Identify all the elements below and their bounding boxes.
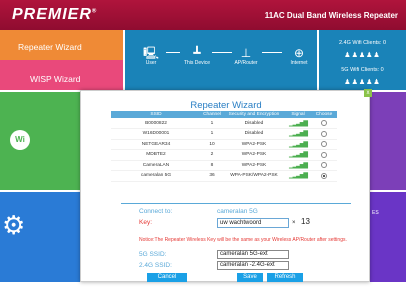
signal-strength-icon: ▁▂▃▅▇: [288, 131, 308, 138]
ssid-cell: NETGEAR34: [111, 139, 201, 150]
globe-icon: ⊕: [293, 46, 305, 60]
network-this-device: ┻ This Device: [177, 46, 217, 66]
ssid-cell: CameraLAN: [111, 160, 201, 171]
ssid-cell: MDBTE2: [111, 149, 201, 161]
key-input[interactable]: uw wachtwoord: [217, 218, 289, 228]
table-row[interactable]: cameralan 5G 36 WPA-PSK/WPA2-PSK ▁▂▃▅▇: [111, 170, 337, 182]
security-cell: WPA-PSK/WPA2-PSK: [223, 170, 285, 182]
save-button[interactable]: Save: [237, 273, 263, 282]
users-icon: ♟♟♟♟♟: [344, 79, 381, 86]
channel-cell: 8: [201, 160, 223, 171]
ssid-5g-label: 5G SSID:: [139, 251, 167, 258]
ssid-24g-label: 2.4G SSID:: [139, 262, 172, 269]
signal-strength-icon: ▁▂▃▅▇: [288, 120, 308, 127]
connect-to-label: Connect to:: [139, 208, 173, 215]
signal-strength-icon: ▁▂▃▅▇: [288, 173, 308, 180]
repeater-wizard-dialog: x Repeater Wizard SSID Channel Security …: [80, 89, 372, 282]
choose-cell: [311, 170, 337, 182]
signal-cell: ▁▂▃▅▇: [285, 170, 311, 182]
signal-strength-icon: ▁▂▃▅▇: [288, 152, 308, 159]
network-user-label: User: [145, 60, 157, 66]
key-label: Key:: [139, 219, 153, 226]
signal-strength-icon: ▁▂▃▅▇: [288, 141, 308, 148]
channel-cell: 36: [201, 170, 223, 182]
table-row[interactable]: B0000822 1 Disabled ▁▂▃▅▇: [111, 118, 337, 129]
column-header-choose: Choose: [311, 111, 337, 118]
column-header-security: Security and Encryption: [223, 111, 285, 118]
choose-radio[interactable]: [321, 162, 327, 169]
signal-strength-icon: ▁▂▃▅▇: [288, 162, 308, 169]
repeater-device-icon: ┻: [193, 46, 201, 60]
channel-cell: 10: [201, 139, 223, 150]
brand-name: PREMIER: [12, 6, 92, 23]
key-length: 13: [301, 217, 310, 226]
clients-24g: 2.4G Wifi Clients: 0: [338, 40, 387, 46]
choose-cell: [311, 139, 337, 150]
column-header-signal: Signal: [285, 111, 311, 118]
registered-mark: ®: [91, 8, 98, 15]
network-device-label: This Device: [183, 60, 211, 66]
ssid-cell: cameralan 5G: [111, 170, 201, 182]
choose-cell: [311, 149, 337, 161]
users-icon: ♟♟♟♟♟: [344, 52, 381, 59]
choose-radio[interactable]: [321, 119, 327, 126]
network-user: 🖳 User: [131, 46, 171, 66]
security-cell: WPA2-PSK: [223, 160, 285, 171]
column-header-ssid: SSID: [111, 111, 201, 118]
notice-text: Notice:The Repeater Wireless Key will be…: [139, 237, 347, 243]
network-internet: ⊕ Internet: [279, 46, 319, 66]
connect-to-value: cameralan 5G: [217, 208, 258, 215]
column-header-channel: Channel: [201, 111, 223, 118]
repeater-wizard-label[interactable]: Repeater Wizard: [18, 42, 82, 52]
signal-cell: ▁▂▃▅▇: [285, 128, 311, 140]
network-internet-label: Internet: [290, 60, 308, 66]
choose-radio[interactable]: [321, 151, 327, 158]
signal-cell: ▁▂▃▅▇: [285, 160, 311, 171]
table-row[interactable]: NETGEAR34 10 WPA2-PSK ▁▂▃▅▇: [111, 139, 337, 150]
choose-radio[interactable]: [321, 141, 327, 148]
table-row[interactable]: CameraLAN 8 WPA2-PSK ▁▂▃▅▇: [111, 160, 337, 171]
security-cell: WPA2-PSK: [223, 149, 285, 161]
choose-cell: [311, 160, 337, 171]
ssid-table: SSID Channel Security and Encryption Sig…: [111, 111, 337, 182]
channel-cell: 1: [201, 118, 223, 129]
ssid-cell: W16D00001: [111, 128, 201, 140]
close-button[interactable]: x: [364, 89, 372, 97]
computer-icon: 🖳: [142, 46, 159, 60]
wisp-wizard-label[interactable]: WISP Wizard: [30, 74, 80, 84]
gear-icon: ⚙: [2, 210, 26, 240]
refresh-button[interactable]: Refresh: [267, 273, 303, 282]
wifi-icon: Wi: [10, 130, 30, 150]
product-title: 11AC Dual Band Wireless Repeater: [264, 11, 398, 20]
choose-cell: [311, 118, 337, 129]
clear-key-icon[interactable]: ×: [292, 218, 296, 228]
signal-cell: ▁▂▃▅▇: [285, 118, 311, 129]
brand-logo: PREMIER®: [12, 6, 97, 24]
network-ap-router: ⊥ AP/Router: [226, 46, 266, 66]
table-header: SSID Channel Security and Encryption Sig…: [111, 111, 337, 118]
channel-cell: 2: [201, 149, 223, 161]
divider: [121, 203, 351, 204]
security-cell: WPA2-PSK: [223, 139, 285, 150]
dialog-title: Repeater Wizard: [190, 100, 262, 111]
channel-cell: 1: [201, 128, 223, 140]
ssid-24g-input[interactable]: cameralan -2.4G-ext: [217, 261, 289, 270]
clients-5g: 5G Wifi Clients: 0: [341, 67, 384, 73]
ssid-5g-input[interactable]: cameralan 5G-ext: [217, 250, 289, 259]
table-row[interactable]: W16D00001 1 Disabled ▁▂▃▅▇: [111, 128, 337, 140]
table-row[interactable]: MDBTE2 2 WPA2-PSK ▁▂▃▅▇: [111, 149, 337, 161]
router-icon: ⊥: [240, 46, 252, 60]
cancel-button[interactable]: Cancel: [147, 273, 187, 282]
ssid-cell: B0000822: [111, 118, 201, 129]
choose-radio[interactable]: [321, 172, 327, 179]
side-tile-text: ES: [372, 210, 379, 216]
network-router-label: AP/Router: [234, 60, 258, 66]
top-header: PREMIER® 11AC Dual Band Wireless Repeate…: [0, 0, 406, 30]
security-cell: Disabled: [223, 128, 285, 140]
choose-cell: [311, 128, 337, 140]
signal-cell: ▁▂▃▅▇: [285, 149, 311, 161]
choose-radio[interactable]: [321, 130, 327, 137]
security-cell: Disabled: [223, 118, 285, 129]
signal-cell: ▁▂▃▅▇: [285, 139, 311, 150]
